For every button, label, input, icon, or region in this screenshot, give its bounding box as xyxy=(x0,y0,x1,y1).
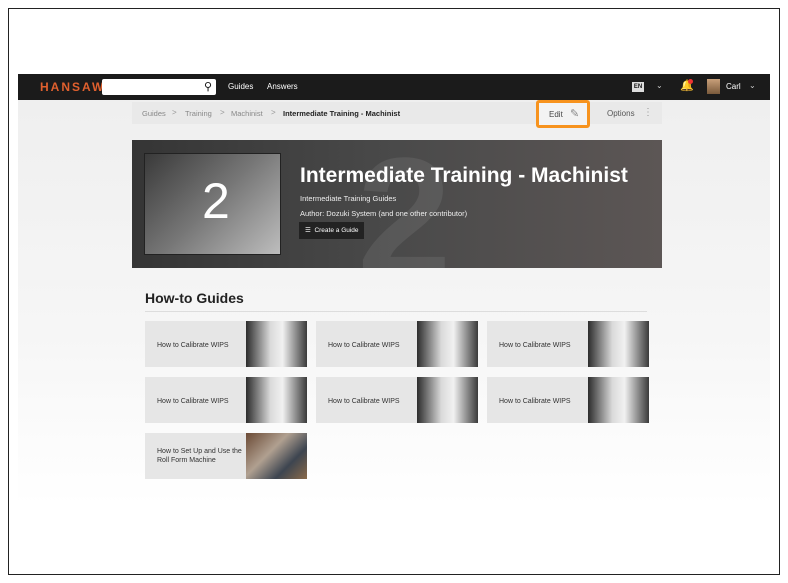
category-author[interactable]: Author: Dozuki System (and one other con… xyxy=(300,209,467,218)
user-name[interactable]: Carl xyxy=(726,82,741,91)
chevron-down-icon[interactable]: ⌄ xyxy=(749,81,756,90)
guide-title: How to Calibrate WIPS xyxy=(499,398,571,405)
hero-watermark-number: 2 xyxy=(357,140,452,268)
nav-answers[interactable]: Answers xyxy=(267,82,298,91)
guide-thumbnail xyxy=(417,321,478,367)
category-subtitle: Intermediate Training Guides xyxy=(300,194,397,203)
list-icon: ☰ xyxy=(305,227,311,234)
app-window: HANSAW ⚲ Guides Answers EN ⌄ 🔔 Carl ⌄ Gu… xyxy=(18,74,770,505)
nav-guides[interactable]: Guides xyxy=(228,82,253,91)
guide-title: How to Calibrate WIPS xyxy=(499,342,571,349)
chevron-down-icon[interactable]: ⌄ xyxy=(656,81,663,90)
edit-button[interactable]: Edit ✎ xyxy=(536,100,590,128)
guide-title: How to Set Up and Use the Roll Form Mach… xyxy=(157,448,242,464)
create-guide-label: Create a Guide xyxy=(314,227,359,234)
guide-title: How to Calibrate WIPS xyxy=(157,342,229,349)
guide-title: How to Calibrate WIPS xyxy=(328,398,400,405)
search-input[interactable]: ⚲ xyxy=(102,79,216,95)
category-thumbnail: 2 xyxy=(144,153,281,255)
guide-card[interactable]: How to Calibrate WIPS xyxy=(145,377,307,423)
guide-card[interactable]: How to Calibrate WIPS xyxy=(145,321,307,367)
guide-card[interactable]: How to Set Up and Use the Roll Form Mach… xyxy=(145,433,307,479)
guide-title: How to Calibrate WIPS xyxy=(328,342,400,349)
breadcrumb-current: Intermediate Training - Machinist xyxy=(283,109,401,118)
brand-logo[interactable]: HANSAW xyxy=(40,80,105,94)
guide-thumbnail xyxy=(417,377,478,423)
breadcrumb-training[interactable]: Training xyxy=(185,109,212,118)
guide-card[interactable]: How to Calibrate WIPS xyxy=(487,321,649,367)
more-options-icon[interactable]: ⋮ xyxy=(643,107,653,118)
create-guide-button[interactable]: ☰ Create a Guide xyxy=(299,222,364,239)
guide-thumbnail xyxy=(246,321,307,367)
options-button[interactable]: Options xyxy=(607,109,635,118)
page-title: Intermediate Training - Machinist xyxy=(300,164,628,187)
guide-title: How to Calibrate WIPS xyxy=(157,398,229,405)
guide-card[interactable]: How to Calibrate WIPS xyxy=(487,377,649,423)
notification-badge xyxy=(688,79,693,84)
edit-label: Edit xyxy=(549,110,563,119)
guide-thumbnail xyxy=(588,377,649,423)
thumbnail-number: 2 xyxy=(202,173,230,229)
guide-card[interactable]: How to Calibrate WIPS xyxy=(316,321,478,367)
section-heading: How-to Guides xyxy=(145,290,244,306)
breadcrumb-guides[interactable]: Guides xyxy=(142,109,166,118)
top-navigation-bar: HANSAW ⚲ Guides Answers EN ⌄ 🔔 Carl ⌄ xyxy=(18,74,770,100)
breadcrumb-machinist[interactable]: Machinist xyxy=(231,109,263,118)
chevron-right-icon: > xyxy=(172,108,177,117)
footer-divider xyxy=(578,513,648,515)
guide-card[interactable]: How to Calibrate WIPS xyxy=(316,377,478,423)
section-divider xyxy=(145,311,647,312)
guide-thumbnail xyxy=(588,321,649,367)
avatar[interactable] xyxy=(707,79,720,94)
category-hero: 2 2 Intermediate Training - Machinist In… xyxy=(132,140,662,268)
pencil-edit-icon: ✎ xyxy=(570,108,580,120)
chevron-right-icon: > xyxy=(220,108,225,117)
guide-thumbnail xyxy=(246,377,307,423)
chevron-right-icon: > xyxy=(271,108,276,117)
language-selector[interactable]: EN xyxy=(632,82,644,92)
guide-thumbnail xyxy=(246,433,307,479)
search-icon[interactable]: ⚲ xyxy=(204,80,212,93)
